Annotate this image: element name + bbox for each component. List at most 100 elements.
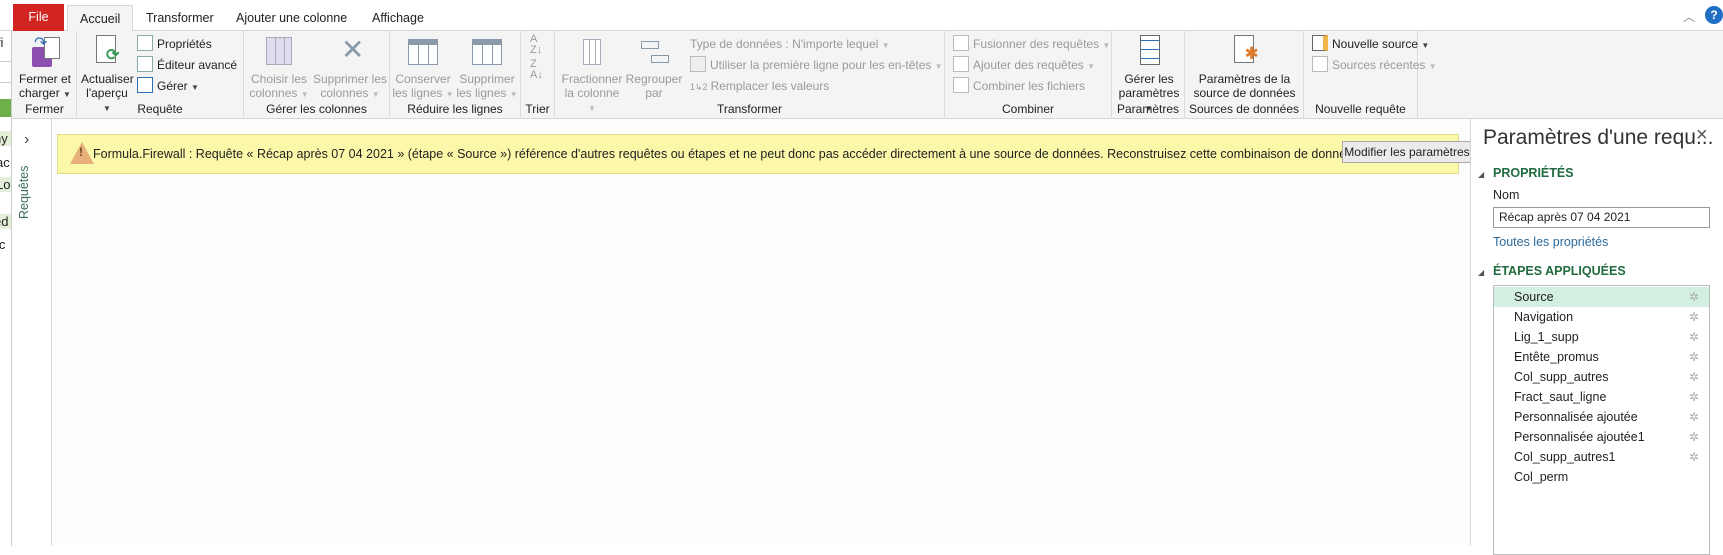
gear-icon[interactable]: ✲ — [1689, 427, 1699, 447]
collapse-triangle-icon[interactable]: ◢ — [1478, 268, 1484, 277]
tab-file[interactable]: File — [13, 4, 64, 31]
append-queries-button[interactable]: Ajouter des requêtes ▼ — [953, 55, 1095, 75]
step-item[interactable]: Col_supp_autres ✲ — [1494, 367, 1709, 387]
sort-descending-icon[interactable]: Z A↓ — [530, 59, 543, 81]
collapse-triangle-icon[interactable]: ◢ — [1478, 170, 1484, 179]
manage-label: Gérer — [157, 79, 188, 93]
parameters-icon — [1132, 35, 1166, 69]
choose-columns-icon — [262, 35, 296, 69]
step-item[interactable]: Lig_1_supp ✲ — [1494, 327, 1709, 347]
modify-settings-button[interactable]: Modifier les paramètres — [1342, 141, 1472, 163]
step-item[interactable]: Fract_saut_ligne ✲ — [1494, 387, 1709, 407]
tab-affichage[interactable]: Affichage — [360, 5, 436, 31]
gear-icon[interactable]: ✲ — [1689, 327, 1699, 347]
refresh-label: Actualiser — [81, 72, 134, 86]
choose-columns-button[interactable]: Choisir les colonnes ▼ — [246, 35, 312, 102]
gear-icon[interactable]: ✲ — [1689, 447, 1699, 467]
tab-transformer[interactable]: Transformer — [134, 5, 226, 31]
new-source-button[interactable]: Nouvelle source ▼ — [1312, 34, 1429, 54]
label: Remplacer les valeurs — [710, 79, 830, 93]
chevron-down-icon: ▼ — [445, 90, 454, 99]
label: Utiliser la première ligne pour les en-t… — [710, 58, 932, 72]
step-label: Navigation — [1514, 310, 1574, 324]
step-item[interactable]: Source ✲ — [1494, 287, 1709, 307]
merge-queries-button[interactable]: Fusionner des requêtes ▼ — [953, 34, 1110, 54]
refresh-label-2: l'aperçu — [86, 86, 128, 100]
advanced-editor-button[interactable]: Éditeur avancé — [137, 55, 237, 75]
query-name-input[interactable]: Récap après 07 04 2021 — [1493, 207, 1710, 228]
gear-icon[interactable]: ✲ — [1689, 387, 1699, 407]
recent-sources-button[interactable]: Sources récentes ▼ — [1312, 55, 1437, 75]
warning-bar: ! Formula.Firewall : Requête « Récap apr… — [57, 134, 1472, 174]
step-item[interactable]: Entête_promus ✲ — [1494, 347, 1709, 367]
group-label: Sources de données — [1188, 102, 1300, 116]
label: la colonne — [564, 86, 620, 100]
remove-columns-button[interactable]: ✕ Supprimer les colonnes ▼ — [312, 35, 388, 102]
help-icon[interactable]: ? — [1705, 6, 1723, 24]
tab-ajouter-colonne[interactable]: Ajouter une colonne — [224, 5, 359, 31]
gear-icon[interactable]: ✲ — [1689, 367, 1699, 387]
data-type-dropdown[interactable]: Type de données : N'importe lequel ▼ — [690, 34, 890, 54]
group-transformer: Fractionner la colonne ▼ Regrouper par T… — [555, 31, 945, 119]
close-load-button[interactable]: ↷ Fermer et charger ▼ — [15, 35, 75, 102]
label: Fractionner — [561, 72, 623, 86]
gear-icon[interactable]: ✲ — [1689, 347, 1699, 367]
replace-values-button[interactable]: 1↳2 Remplacer les valeurs — [690, 76, 829, 96]
gear-icon[interactable]: ✲ — [1689, 287, 1699, 307]
group-by-button[interactable]: Regrouper par — [625, 35, 683, 100]
step-item[interactable]: Navigation ✲ — [1494, 307, 1709, 327]
table-icon — [690, 56, 706, 72]
editor-icon — [137, 56, 153, 72]
close-icon[interactable]: × — [1696, 124, 1708, 147]
merge-icon — [953, 35, 969, 51]
step-item[interactable]: Personnalisée ajoutée1 ✲ — [1494, 427, 1709, 447]
combine-icon — [953, 77, 969, 93]
step-label: Entête_promus — [1514, 350, 1599, 364]
step-item[interactable]: Personnalisée ajoutée ✲ — [1494, 407, 1709, 427]
collapse-ribbon-icon[interactable]: ︿ — [1683, 8, 1695, 25]
label: les lignes — [392, 86, 443, 100]
excel-fragment: ac — [0, 155, 10, 170]
step-item[interactable]: Col_supp_autres1 ✲ — [1494, 447, 1709, 467]
combine-files-button[interactable]: Combiner les fichiers — [953, 76, 1085, 96]
keep-rows-button[interactable]: Conserver les lignes ▼ — [392, 35, 454, 102]
gear-icon[interactable]: ✲ — [1689, 307, 1699, 327]
label: Supprimer les — [312, 72, 388, 86]
group-combiner: Fusionner des requêtes ▼ Ajouter des req… — [945, 31, 1112, 119]
label: Supprimer — [459, 72, 515, 86]
group-label: Fermer — [25, 102, 64, 116]
label: Gérer les — [1124, 72, 1174, 86]
chevron-down-icon: ▼ — [371, 90, 380, 99]
gear-icon[interactable]: ✲ — [1689, 407, 1699, 427]
all-properties-link[interactable]: Toutes les propriétés — [1493, 235, 1608, 249]
keep-rows-icon — [406, 35, 440, 69]
save-close-icon: ↷ — [28, 35, 62, 69]
excel-cell — [0, 61, 11, 83]
group-label: Transformer — [717, 102, 782, 116]
queries-pane: › Requêtes — [12, 119, 52, 546]
group-lignes: Conserver les lignes ▼ Supprimer les lig… — [390, 31, 521, 119]
group-fermer: ↷ Fermer et charger ▼ Fermer — [13, 31, 77, 119]
group-label: Combiner — [1001, 102, 1055, 116]
applied-steps-list: Source ✲ Navigation ✲ Lig_1_supp ✲ Entête_p… — [1493, 285, 1710, 555]
chevron-down-icon: ▼ — [1421, 41, 1430, 50]
tab-accueil[interactable]: Accueil — [67, 5, 134, 32]
group-label: Gérer les colonnes — [266, 102, 367, 116]
manage-button[interactable]: Gérer ▼ — [137, 76, 199, 96]
label: Sources récentes — [1332, 58, 1426, 72]
group-label: Paramètres — [1116, 102, 1180, 116]
sort-ascending-icon[interactable]: A Z↓ — [530, 34, 542, 56]
remove-rows-button[interactable]: Supprimer les lignes ▼ — [456, 35, 518, 102]
step-item[interactable]: Col_perm — [1494, 467, 1709, 487]
remove-columns-icon: ✕ — [341, 34, 365, 65]
label: colonnes — [320, 86, 369, 100]
label: Regrouper — [625, 72, 683, 86]
properties-button[interactable]: Propriétés — [137, 34, 212, 54]
use-first-row-button[interactable]: Utiliser la première ligne pour les en-t… — [690, 55, 943, 75]
expand-chevron-icon[interactable]: › — [24, 131, 29, 149]
step-label: Col_supp_autres — [1514, 370, 1609, 384]
properties-icon — [137, 35, 153, 51]
queries-pane-label[interactable]: Requêtes — [17, 165, 31, 219]
step-label: Source — [1514, 290, 1554, 304]
data-source-settings-button[interactable]: ✱ Paramètres de la source de données — [1187, 35, 1302, 100]
